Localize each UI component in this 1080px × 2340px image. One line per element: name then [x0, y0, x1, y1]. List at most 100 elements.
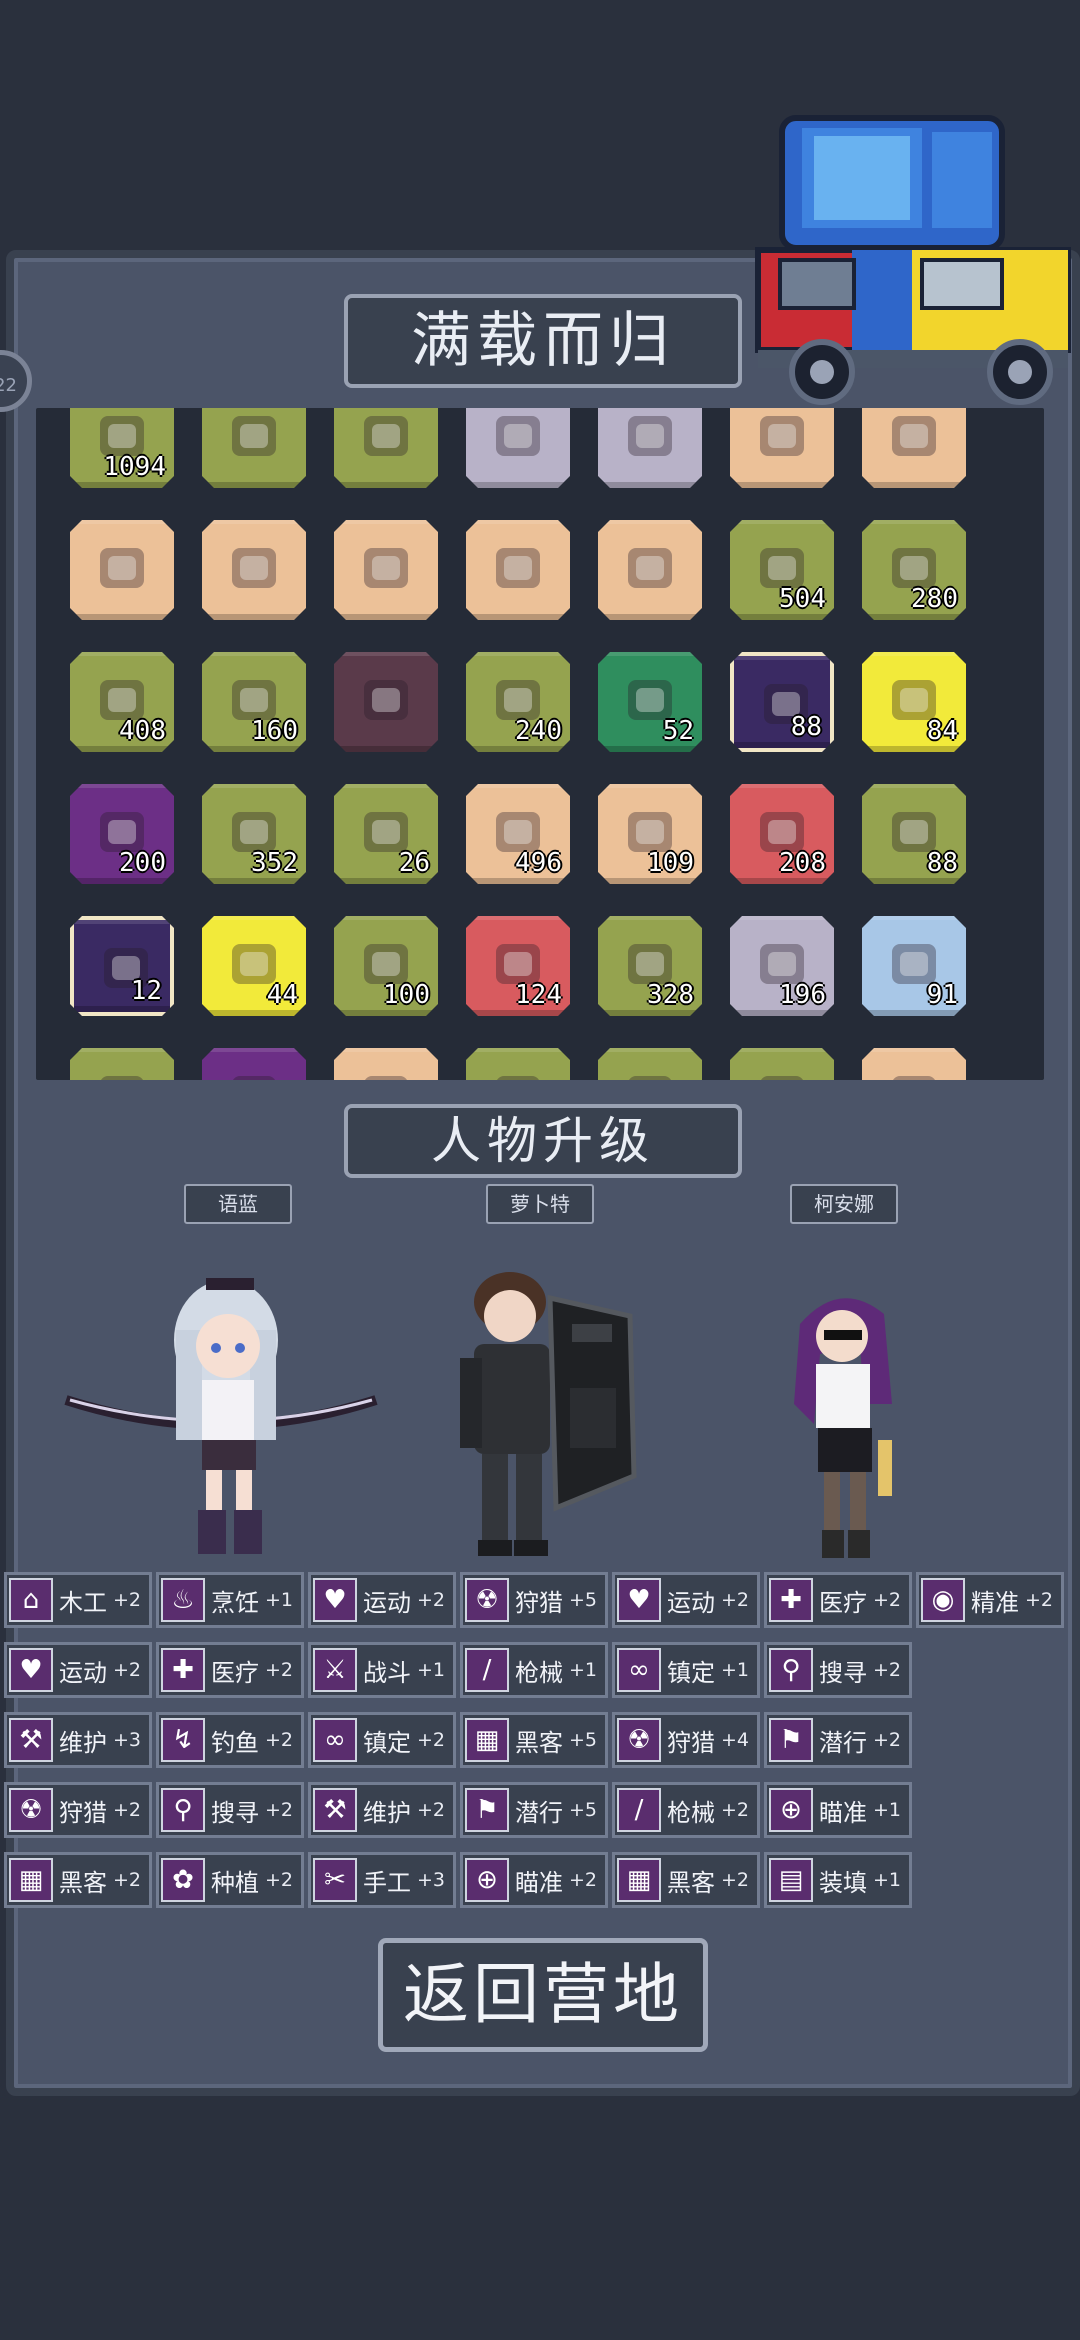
skill-bonus: ⚔ 战斗 +1: [308, 1642, 456, 1698]
skill-name: 镇定: [667, 1658, 715, 1687]
item-quantity: 26: [398, 848, 430, 878]
item-quantity: 109: [647, 848, 694, 878]
item-icon: [488, 1066, 548, 1080]
skill-name: 潜行: [515, 1798, 563, 1827]
item-quantity: 240: [515, 716, 562, 746]
inventory-slot[interactable]: [70, 1048, 174, 1080]
inventory-slot[interactable]: 240: [466, 652, 570, 752]
inventory-slot[interactable]: 1094: [70, 408, 174, 488]
item-quantity: 12: [130, 976, 162, 1006]
inventory-slot[interactable]: 109: [598, 784, 702, 884]
item-quantity: 352: [251, 848, 298, 878]
skill-bonus: ✚ 医疗 +2: [156, 1642, 304, 1698]
inventory-slot[interactable]: [202, 408, 306, 488]
skill-bonus-value: +3: [416, 1869, 445, 1891]
inventory-slot[interactable]: 26: [334, 784, 438, 884]
skill-bonus-value: +2: [264, 1659, 293, 1681]
inventory-slot[interactable]: 88: [730, 652, 834, 752]
inventory-slot[interactable]: [334, 652, 438, 752]
wrench-icon: ⚒: [313, 1788, 357, 1832]
inventory-slot[interactable]: [466, 520, 570, 620]
kunai-icon: [92, 538, 152, 598]
skill-bonus: ⚑ 潜行 +5: [460, 1782, 608, 1838]
skill-bonus-value: +2: [720, 1589, 749, 1611]
inventory-slot[interactable]: [730, 1048, 834, 1080]
inventory-slot[interactable]: [466, 1048, 570, 1080]
magnifier-icon: ⚲: [161, 1788, 205, 1832]
kunai-icon: [884, 408, 944, 466]
skill-bonus-value: +2: [720, 1799, 749, 1821]
inventory-slot[interactable]: 352: [202, 784, 306, 884]
van-icon: [755, 115, 1071, 405]
kunai-icon: [752, 408, 812, 466]
inventory-slot[interactable]: 504: [730, 520, 834, 620]
inventory-slot[interactable]: 88: [862, 784, 966, 884]
inventory-slot[interactable]: [466, 408, 570, 488]
inventory-slot[interactable]: 496: [466, 784, 570, 884]
skill-name: 搜寻: [819, 1658, 867, 1687]
plant-icon: ✿: [161, 1858, 205, 1902]
skill-bonus-value: +2: [264, 1729, 293, 1751]
inventory-slot[interactable]: [334, 520, 438, 620]
item-quantity: 160: [251, 716, 298, 746]
skill-name: 狩猎: [515, 1588, 563, 1617]
skill-bonus-value: +2: [112, 1589, 141, 1611]
inventory-slot[interactable]: 208: [730, 784, 834, 884]
inventory-slot[interactable]: 100: [334, 916, 438, 1016]
skill-name: 烹饪: [211, 1588, 259, 1617]
inventory-slot[interactable]: 91: [862, 916, 966, 1016]
skill-name: 黑客: [59, 1868, 107, 1897]
inventory-slot[interactable]: 12: [70, 916, 174, 1016]
skill-bonus: ⌂ 木工 +2: [4, 1572, 152, 1628]
item-quantity: 200: [119, 848, 166, 878]
inventory-slot[interactable]: 124: [466, 916, 570, 1016]
skill-bonus: ▦ 黑客 +2: [612, 1852, 760, 1908]
skill-bonus-value: +1: [872, 1869, 901, 1891]
heart-icon: ♥: [617, 1578, 661, 1622]
inventory-slot[interactable]: 200: [70, 784, 174, 884]
inventory-slot[interactable]: 44: [202, 916, 306, 1016]
inventory-slot[interactable]: [730, 408, 834, 488]
return-camp-button[interactable]: 返回营地: [378, 1938, 708, 2052]
skill-name: 手工: [363, 1868, 411, 1897]
inventory-slot[interactable]: [334, 408, 438, 488]
kunai-icon: [356, 538, 416, 598]
wrench-icon: ⚒: [9, 1718, 53, 1762]
medkit-icon: ✚: [161, 1648, 205, 1692]
skill-name: 狩猎: [667, 1728, 715, 1757]
skill-bonus: ▦ 黑客 +2: [4, 1852, 152, 1908]
skill-bonus-value: +2: [112, 1659, 141, 1681]
inventory-slot[interactable]: 52: [598, 652, 702, 752]
radiation-icon: ☢: [465, 1578, 509, 1622]
inventory-slot[interactable]: [598, 408, 702, 488]
skill-bonus: ↯ 钓鱼 +2: [156, 1712, 304, 1768]
skill-bonus-value: +4: [720, 1729, 749, 1751]
inventory-slot[interactable]: 328: [598, 916, 702, 1016]
scissors-icon: ✂: [313, 1858, 357, 1902]
skill-bonus: ⚲ 搜寻 +2: [764, 1642, 912, 1698]
inventory-slot[interactable]: 280: [862, 520, 966, 620]
inventory-slot[interactable]: [202, 1048, 306, 1080]
inventory-slot[interactable]: 408: [70, 652, 174, 752]
skill-bonus: ∞ 镇定 +2: [308, 1712, 456, 1768]
inventory-slot[interactable]: [862, 1048, 966, 1080]
inventory-slot[interactable]: [598, 520, 702, 620]
skill-bonus-value: +1: [264, 1589, 293, 1611]
inventory-slot[interactable]: [202, 520, 306, 620]
skill-bonus-value: +1: [416, 1659, 445, 1681]
inventory-slot[interactable]: 196: [730, 916, 834, 1016]
skill-bonus-value: +2: [872, 1659, 901, 1681]
skill-bonus-value: +5: [568, 1589, 597, 1611]
laptop-icon: [620, 408, 680, 466]
inventory-slot[interactable]: [862, 408, 966, 488]
inventory-slot[interactable]: [70, 520, 174, 620]
inventory-slot[interactable]: [598, 1048, 702, 1080]
skill-bonus: ✿ 种植 +2: [156, 1852, 304, 1908]
reload-icon: ▤: [769, 1858, 813, 1902]
inventory-slot[interactable]: 84: [862, 652, 966, 752]
item-quantity: 408: [119, 716, 166, 746]
inventory-slot[interactable]: [334, 1048, 438, 1080]
inventory-slot[interactable]: 160: [202, 652, 306, 752]
inventory-grid[interactable]: 1094 504 280 408 160 240 52 88 84 200 352 26 496 109 2…: [36, 408, 1044, 1080]
skill-bonus: ☢ 狩猎 +2: [4, 1782, 152, 1838]
